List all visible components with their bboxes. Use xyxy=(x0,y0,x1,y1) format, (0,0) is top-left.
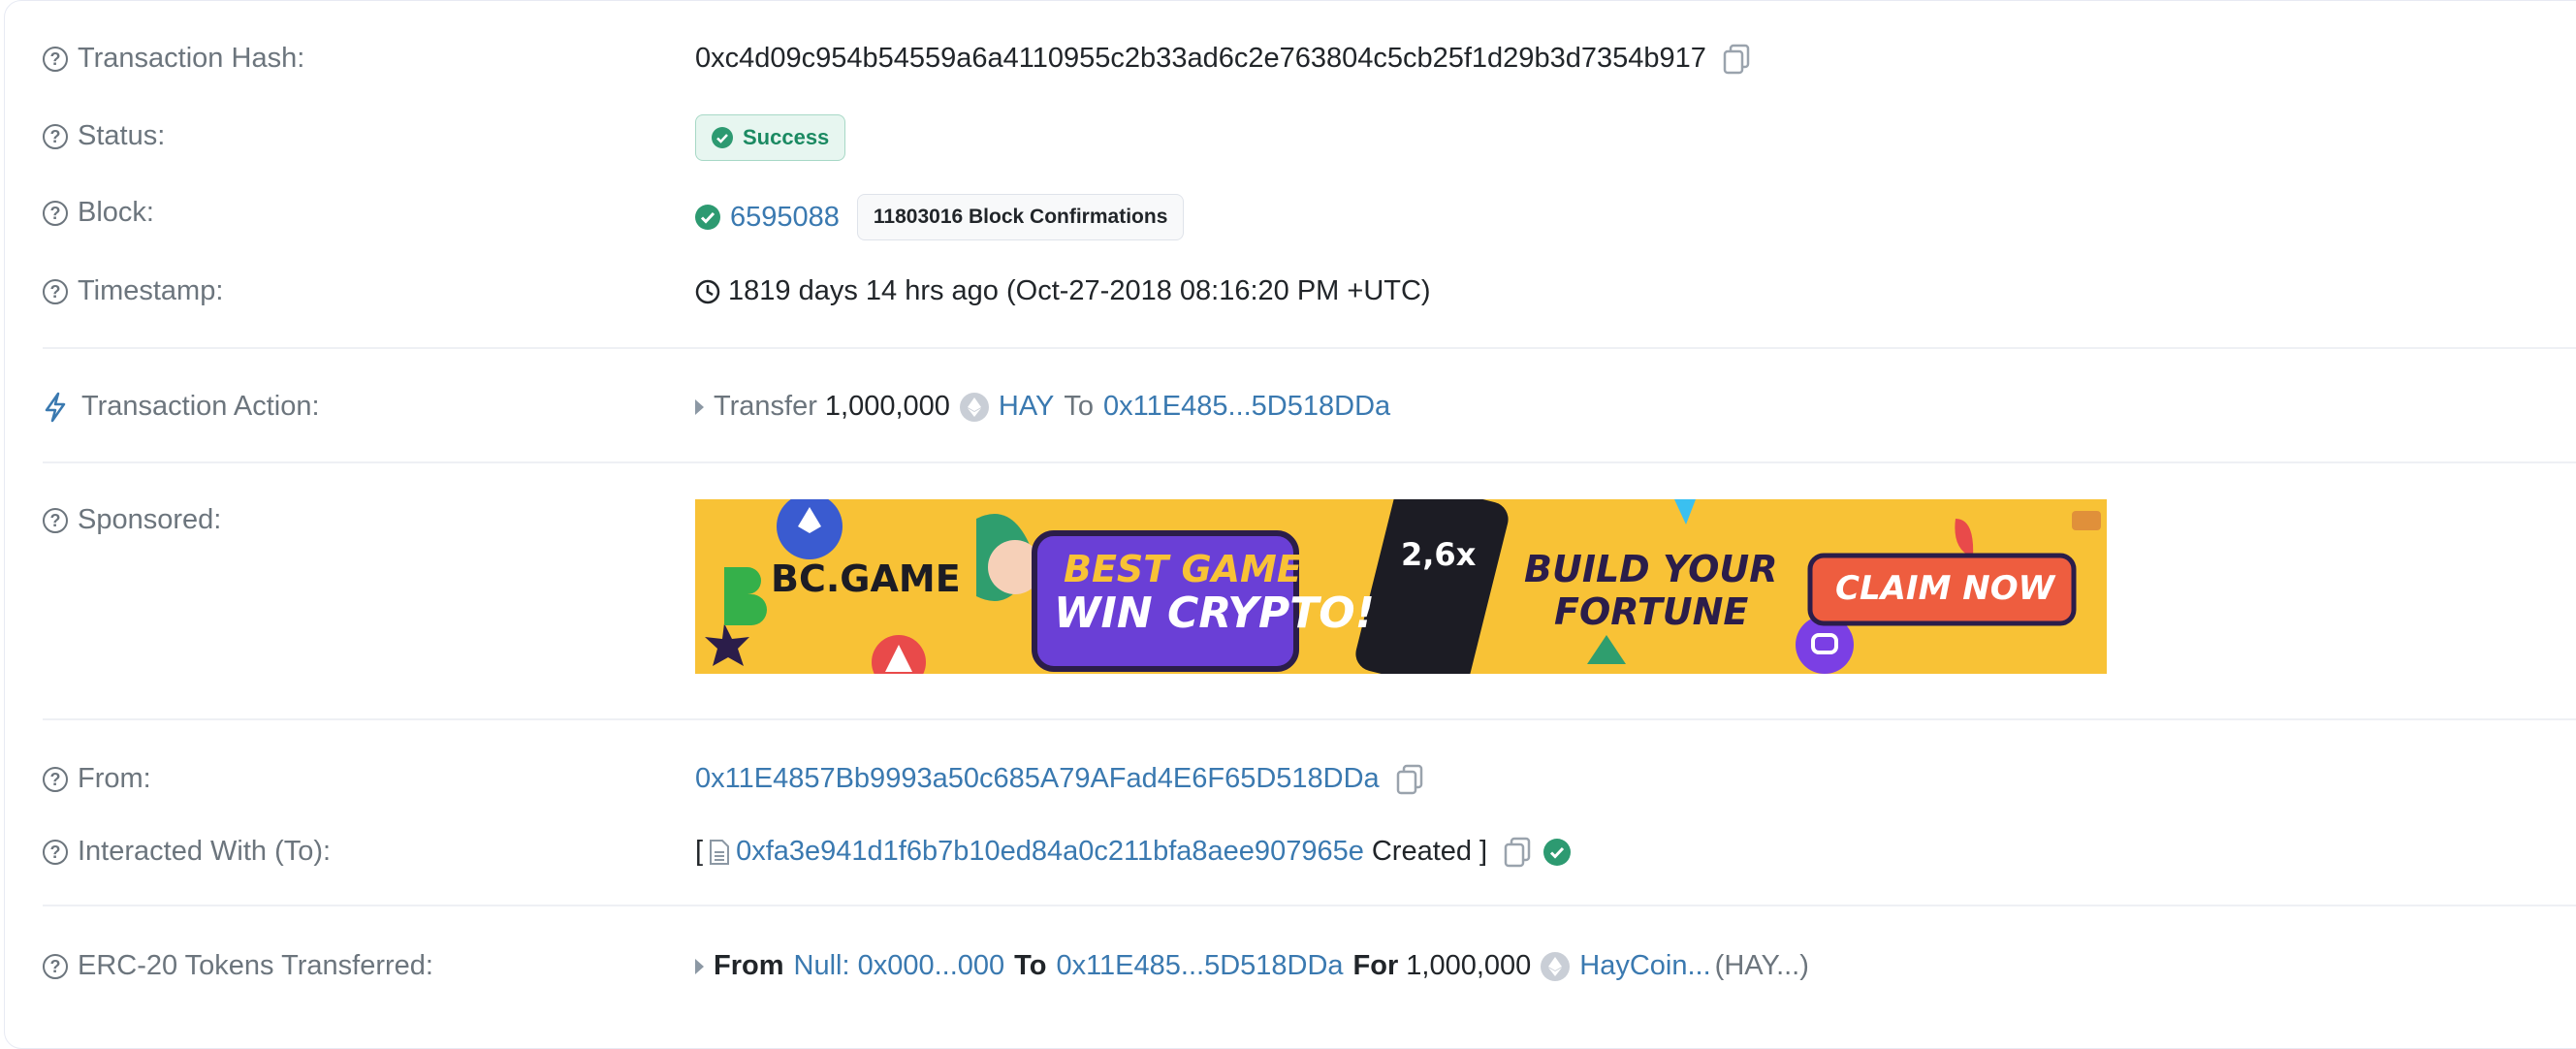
from-label: ? From: xyxy=(43,763,151,795)
ad-tagline-1: BUILD YOUR xyxy=(1524,548,1778,590)
status-badge: Success xyxy=(695,114,846,161)
to-address-link[interactable]: 0x11E485...5D518DDa xyxy=(1103,391,1390,423)
lightning-icon xyxy=(45,392,66,422)
caret-right-icon xyxy=(695,958,704,974)
ad-cta-button[interactable]: CLAIM NOW xyxy=(1835,569,2054,608)
token-link[interactable]: HAY xyxy=(999,391,1054,423)
ad-headline-2: WIN CRYPTO! xyxy=(1054,588,1375,638)
block-confirmations-badge: 11803016 Block Confirmations xyxy=(856,194,1185,240)
ad-multiplier: 2,6x xyxy=(1401,536,1477,573)
question-icon[interactable]: ? xyxy=(43,200,68,226)
erc20-transfer-row: From Null: 0x000...000 To 0x11E485...5D5… xyxy=(695,950,1809,982)
ad-tagline-2: FORTUNE xyxy=(1554,590,1749,633)
transaction-hash: 0xc4d09c954b54559a6a4110955c2b33ad6c2e76… xyxy=(695,43,1706,74)
question-icon[interactable]: ? xyxy=(43,507,68,533)
check-circle-icon xyxy=(712,127,733,148)
copy-icon[interactable] xyxy=(1722,44,1751,75)
question-icon[interactable]: ? xyxy=(43,839,68,865)
clock-icon xyxy=(695,279,720,303)
hash-value-row: 0xc4d09c954b54559a6a4110955c2b33ad6c2e76… xyxy=(695,43,1751,75)
caret-right-icon xyxy=(695,398,704,415)
file-icon xyxy=(710,839,730,865)
ad-brand: BC.GAME xyxy=(771,557,961,600)
from-value-row: 0x11E4857Bb9993a50c685A79AFad4E6F65D518D… xyxy=(695,763,1424,795)
erc20-label: ? ERC-20 Tokens Transferred: xyxy=(43,950,433,982)
ad-headline-1: BEST GAME TO xyxy=(1064,548,1372,590)
erc20-from-link[interactable]: Null: 0x000...000 xyxy=(794,950,1005,982)
hash-label: ? Transaction Hash: xyxy=(43,43,304,75)
status-value-row: Success xyxy=(695,114,846,161)
question-icon[interactable]: ? xyxy=(43,46,68,72)
token-icon xyxy=(1541,951,1571,981)
status-label: ? Status: xyxy=(43,120,165,152)
erc20-token-link[interactable]: HayCoin... xyxy=(1579,950,1710,982)
interacted-with-label: ? Interacted With (To): xyxy=(43,836,331,868)
question-icon[interactable]: ? xyxy=(43,123,68,149)
from-address-link[interactable]: 0x11E4857Bb9993a50c685A79AFad4E6F65D518D… xyxy=(695,763,1380,795)
divider xyxy=(43,718,2576,720)
interacted-with-row: [ 0xfa3e941d1f6b7b10ed84a0c211bfa8aee907… xyxy=(695,836,1572,868)
block-number-link[interactable]: 6595088 xyxy=(730,202,840,234)
question-icon[interactable]: ? xyxy=(43,953,68,979)
erc20-to-link[interactable]: 0x11E485...5D518DDa xyxy=(1056,950,1343,982)
copy-icon[interactable] xyxy=(1503,837,1532,868)
block-label: ? Block: xyxy=(43,197,154,229)
transaction-action-label: Transaction Action: xyxy=(43,391,320,423)
copy-icon[interactable] xyxy=(1395,764,1424,795)
block-value-row: 6595088 11803016 Block Confirmations xyxy=(695,194,1185,240)
check-circle-icon xyxy=(695,205,720,230)
question-icon[interactable]: ? xyxy=(43,278,68,304)
transaction-action-row: Transfer 1,000,000 HAY To 0x11E485...5D5… xyxy=(695,391,1390,423)
contract-address-link[interactable]: 0xfa3e941d1f6b7b10ed84a0c211bfa8aee90796… xyxy=(736,836,1364,868)
sponsored-label: ? Sponsored: xyxy=(43,504,221,536)
divider xyxy=(43,347,2576,349)
timestamp-label: ? Timestamp: xyxy=(43,275,223,307)
check-circle-icon xyxy=(1543,838,1572,866)
divider xyxy=(43,905,2576,906)
timestamp-value-row: 1819 days 14 hrs ago (Oct-27-2018 08:16:… xyxy=(695,275,1431,307)
question-icon[interactable]: ? xyxy=(43,766,68,792)
timestamp-value: 1819 days 14 hrs ago (Oct-27-2018 08:16:… xyxy=(728,275,1431,306)
divider xyxy=(43,461,2576,463)
sponsored-banner[interactable]: BC.GAME BEST GAME TO WIN CRYPTO! 2,6x BU… xyxy=(695,499,2107,674)
token-icon xyxy=(959,392,989,422)
